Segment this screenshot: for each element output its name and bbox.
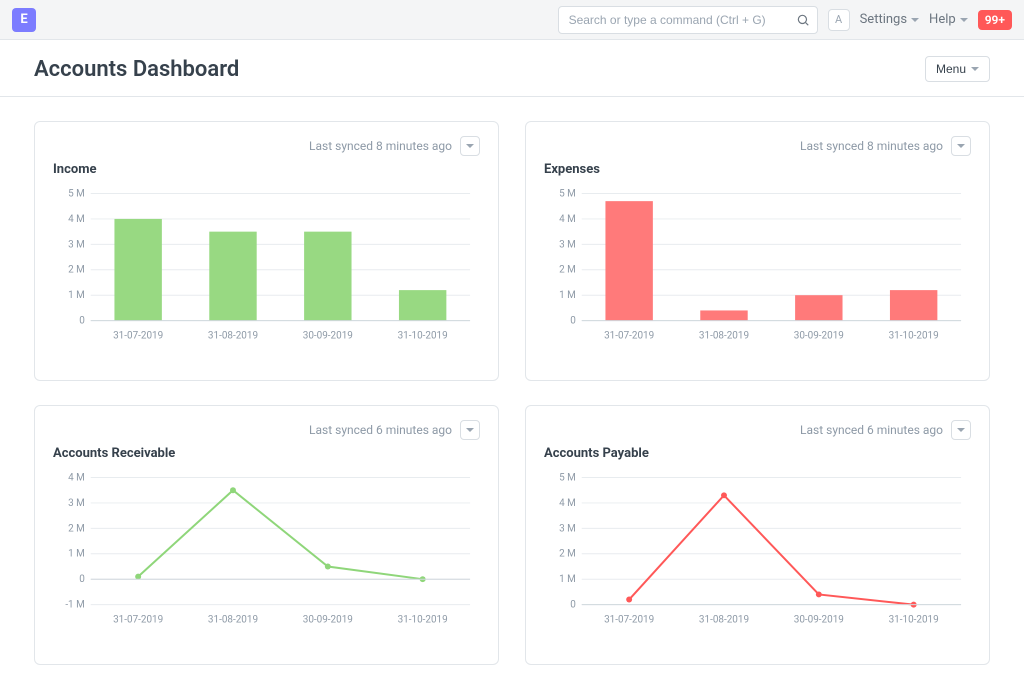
chevron-down-icon [957, 428, 965, 432]
synced-text: Last synced 8 minutes ago [309, 139, 452, 153]
search-wrap [558, 6, 818, 34]
svg-text:31-07-2019: 31-07-2019 [113, 330, 163, 341]
chevron-down-icon [466, 428, 474, 432]
card-accounts-receivable: Last synced 6 minutes ago Accounts Recei… [34, 405, 499, 665]
svg-text:1 M: 1 M [68, 290, 85, 301]
page-header: Accounts Dashboard Menu [0, 40, 1024, 97]
synced-text: Last synced 6 minutes ago [800, 423, 943, 437]
card-expenses: Last synced 8 minutes ago Expenses 0 1 M 2… [525, 121, 990, 381]
svg-text:4 M: 4 M [68, 472, 85, 483]
card-title: Accounts Receivable [53, 446, 480, 461]
search-input[interactable] [558, 6, 818, 34]
svg-text:1 M: 1 M [559, 290, 576, 301]
svg-text:31-10-2019: 31-10-2019 [398, 614, 448, 625]
chart-ap: 0 1 M 2 M 3 M 4 M 5 M 31-07-2019 31-08-2019 30-0… [544, 471, 971, 631]
svg-text:0: 0 [79, 574, 85, 585]
svg-text:0: 0 [570, 600, 576, 611]
svg-text:31-07-2019: 31-07-2019 [113, 614, 163, 625]
chevron-down-icon [957, 144, 965, 148]
card-title: Expenses [544, 162, 971, 177]
svg-text:4 M: 4 M [559, 214, 576, 225]
svg-text:-1 M: -1 M [65, 600, 84, 611]
svg-text:2 M: 2 M [68, 523, 85, 534]
svg-text:30-09-2019: 30-09-2019 [794, 330, 844, 341]
chevron-down-icon [971, 67, 979, 71]
dashboard-grid: Last synced 8 minutes ago Income 0 1 M 2 M… [0, 97, 1024, 689]
page-menu-button[interactable]: Menu [925, 56, 990, 82]
help-label: Help [929, 12, 956, 27]
chevron-down-icon [466, 144, 474, 148]
svg-text:3 M: 3 M [68, 498, 85, 509]
card-title: Accounts Payable [544, 446, 971, 461]
menu-label: Menu [936, 62, 966, 76]
svg-text:1 M: 1 M [559, 574, 576, 585]
chart-income: 0 1 M 2 M 3 M 4 M 5 M 31-07-2019 31-08-2019 30-0… [53, 187, 480, 347]
help-menu[interactable]: Help [929, 12, 968, 27]
card-income: Last synced 8 minutes ago Income 0 1 M 2 M… [34, 121, 499, 381]
synced-text: Last synced 8 minutes ago [800, 139, 943, 153]
svg-text:5 M: 5 M [559, 472, 576, 483]
card-menu-button[interactable] [460, 420, 480, 440]
svg-text:3 M: 3 M [68, 239, 85, 250]
svg-text:31-10-2019: 31-10-2019 [398, 330, 448, 341]
svg-text:31-10-2019: 31-10-2019 [889, 330, 939, 341]
svg-text:30-09-2019: 30-09-2019 [303, 614, 353, 625]
avatar[interactable]: A [828, 9, 850, 31]
synced-text: Last synced 6 minutes ago [309, 423, 452, 437]
notification-badge[interactable]: 99+ [978, 10, 1012, 30]
svg-text:31-08-2019: 31-08-2019 [699, 614, 749, 625]
card-menu-button[interactable] [951, 136, 971, 156]
svg-text:30-09-2019: 30-09-2019 [794, 614, 844, 625]
card-title: Income [53, 162, 480, 177]
page-title: Accounts Dashboard [34, 57, 239, 82]
chevron-down-icon [960, 18, 968, 22]
svg-text:2 M: 2 M [559, 549, 576, 560]
svg-text:31-08-2019: 31-08-2019 [208, 614, 258, 625]
svg-text:2 M: 2 M [68, 265, 85, 276]
chart-ar: -1 M 0 1 M 2 M 3 M 4 M 31-07-2019 31-08-2019 30-… [53, 471, 480, 631]
topbar: E A Settings Help 99+ [0, 0, 1024, 40]
app-logo[interactable]: E [12, 8, 36, 32]
svg-text:31-08-2019: 31-08-2019 [208, 330, 258, 341]
svg-text:5 M: 5 M [68, 188, 85, 199]
card-accounts-payable: Last synced 6 minutes ago Accounts Payab… [525, 405, 990, 665]
svg-text:30-09-2019: 30-09-2019 [303, 330, 353, 341]
svg-text:31-08-2019: 31-08-2019 [699, 330, 749, 341]
svg-text:3 M: 3 M [559, 523, 576, 534]
settings-menu[interactable]: Settings [860, 12, 919, 27]
svg-text:5 M: 5 M [559, 188, 576, 199]
svg-text:31-07-2019: 31-07-2019 [604, 330, 654, 341]
svg-text:0: 0 [570, 316, 576, 327]
svg-text:31-10-2019: 31-10-2019 [889, 614, 939, 625]
search-icon [796, 13, 810, 27]
chart-expenses: 0 1 M 2 M 3 M 4 M 5 M 31-07-2019 31-08-2019 30-0… [544, 187, 971, 347]
settings-label: Settings [860, 12, 907, 27]
card-menu-button[interactable] [460, 136, 480, 156]
chevron-down-icon [911, 18, 919, 22]
svg-text:1 M: 1 M [68, 549, 85, 560]
card-menu-button[interactable] [951, 420, 971, 440]
svg-text:4 M: 4 M [559, 498, 576, 509]
svg-text:4 M: 4 M [68, 214, 85, 225]
svg-text:31-07-2019: 31-07-2019 [604, 614, 654, 625]
svg-text:2 M: 2 M [559, 265, 576, 276]
svg-text:0: 0 [79, 316, 85, 327]
svg-text:3 M: 3 M [559, 239, 576, 250]
